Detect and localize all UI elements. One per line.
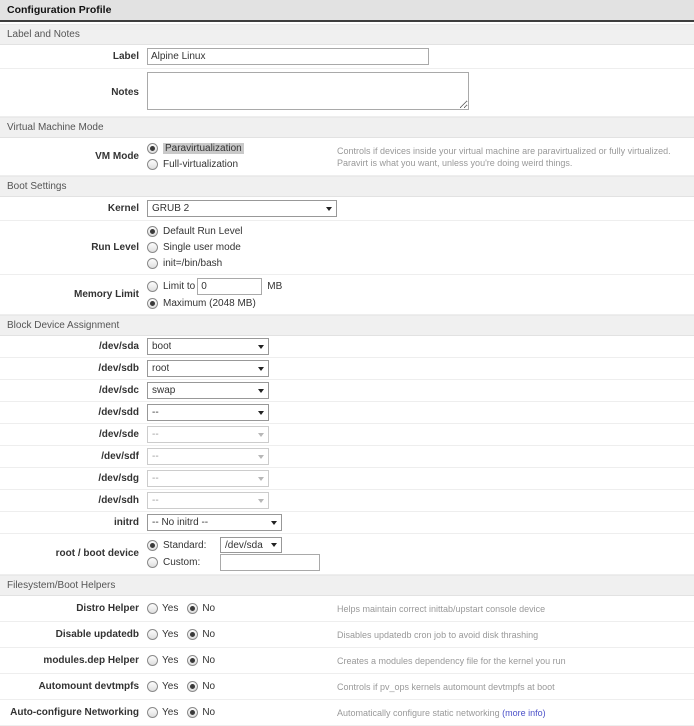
notes-field-label: Notes [0,87,147,99]
dropdown-arrow-icon [258,345,264,349]
memory-limit-row: Memory Limit Limit to MB Maximum (2048 M… [0,275,694,315]
initrd-row: initrd -- No initrd -- [0,512,694,534]
notes-row: Notes [0,69,694,117]
single-user-mode-radio[interactable] [147,242,158,253]
device-row-sda: /dev/sda boot [0,336,694,358]
device-row-sdd: /dev/sdd -- [0,402,694,424]
memory-limit-label: Memory Limit [0,289,147,301]
dropdown-arrow-icon [258,367,264,371]
standard-device-radio[interactable] [147,540,158,551]
modules-dep-help-text: Creates a modules dependency file for th… [337,655,694,667]
section-filesystem-boot-helpers: Filesystem/Boot Helpers [0,575,694,596]
run-level-row: Run Level Default Run Level Single user … [0,221,694,275]
automount-devtmpfs-row: Automount devtmpfs Yes No Controls if pv… [0,674,694,700]
distro-helper-no-radio[interactable] [187,603,198,614]
root-boot-device-row: root / boot device Standard: /dev/sda Cu… [0,534,694,575]
sdh-select: -- [147,492,269,509]
automount-devtmpfs-help-text: Controls if pv_ops kernels automount dev… [337,681,694,693]
dropdown-arrow-icon [258,411,264,415]
page-title: Configuration Profile [0,0,694,22]
custom-device-radio[interactable] [147,557,158,568]
disable-updatedb-no-radio[interactable] [187,629,198,640]
auto-configure-networking-row: Auto-configure Networking Yes No Automat… [0,700,694,726]
dropdown-arrow-icon [258,499,264,503]
dropdown-arrow-icon [258,455,264,459]
section-block-device-assignment: Block Device Assignment [0,315,694,336]
label-field-label: Label [0,51,147,63]
kernel-label: Kernel [0,203,147,215]
limit-to-radio[interactable] [147,281,158,292]
modules-dep-no-radio[interactable] [187,655,198,666]
maximum-memory-radio[interactable] [147,298,158,309]
full-virtualization-radio[interactable] [147,159,158,170]
paravirtualization-option-label[interactable]: Paravirtualization [163,143,244,154]
sda-select[interactable]: boot [147,338,269,355]
label-input[interactable] [147,48,429,65]
device-row-sde: /dev/sde -- [0,424,694,446]
memory-unit-label: MB [267,281,282,292]
sdg-select: -- [147,470,269,487]
dropdown-arrow-icon [326,207,332,211]
initrd-select[interactable]: -- No initrd -- [147,514,282,531]
kernel-row: Kernel GRUB 2 [0,197,694,221]
initrd-label: initrd [0,517,147,529]
disable-updatedb-help-text: Disables updatedb cron job to avoid disk… [337,629,694,641]
default-run-level-radio[interactable] [147,226,158,237]
run-level-label: Run Level [0,242,147,254]
distro-helper-yes-radio[interactable] [147,603,158,614]
automount-devtmpfs-no-radio[interactable] [187,681,198,692]
vm-mode-label: VM Mode [0,151,147,163]
sdb-select[interactable]: root [147,360,269,377]
device-row-sdh: /dev/sdh -- [0,490,694,512]
memory-limit-input[interactable] [197,278,262,295]
init-bin-bash-radio[interactable] [147,258,158,269]
dropdown-arrow-icon [258,433,264,437]
dropdown-arrow-icon [271,543,277,547]
configuration-profile-page: Configuration Profile Label and Notes La… [0,0,694,726]
dropdown-arrow-icon [258,477,264,481]
device-row-sdf: /dev/sdf -- [0,446,694,468]
standard-device-select[interactable]: /dev/sda [220,537,282,553]
section-boot-settings: Boot Settings [0,176,694,197]
full-virtualization-option-label[interactable]: Full-virtualization [163,159,238,170]
disable-updatedb-row: Disable updatedb Yes No Disables updated… [0,622,694,648]
label-row: Label [0,45,694,69]
sdc-select[interactable]: swap [147,382,269,399]
disable-updatedb-yes-radio[interactable] [147,629,158,640]
kernel-select[interactable]: GRUB 2 [147,200,337,217]
auto-configure-networking-yes-radio[interactable] [147,707,158,718]
distro-helper-row: Distro Helper Yes No Helps maintain corr… [0,596,694,622]
auto-configure-networking-help-text: Automatically configure static networkin… [337,707,694,719]
device-row-sdc: /dev/sdc swap [0,380,694,402]
vm-mode-row: VM Mode Paravirtualization Full-virtuali… [0,138,694,176]
sdf-select: -- [147,448,269,465]
root-boot-device-label: root / boot device [0,548,147,560]
dropdown-arrow-icon [271,521,277,525]
auto-configure-networking-no-radio[interactable] [187,707,198,718]
section-label-and-notes: Label and Notes [0,24,694,45]
custom-device-input[interactable] [220,554,320,571]
modules-dep-helper-row: modules.dep Helper Yes No Creates a modu… [0,648,694,674]
device-row-sdb: /dev/sdb root [0,358,694,380]
notes-textarea[interactable] [147,72,469,110]
section-virtual-machine-mode: Virtual Machine Mode [0,117,694,138]
sde-select: -- [147,426,269,443]
device-row-sdg: /dev/sdg -- [0,468,694,490]
dropdown-arrow-icon [258,389,264,393]
distro-helper-help-text: Helps maintain correct inittab/upstart c… [337,603,694,615]
vm-mode-help-text: Controls if devices inside your virtual … [337,145,694,169]
paravirtualization-radio[interactable] [147,143,158,154]
modules-dep-yes-radio[interactable] [147,655,158,666]
sdd-select[interactable]: -- [147,404,269,421]
more-info-link[interactable]: (more info) [502,708,546,718]
automount-devtmpfs-yes-radio[interactable] [147,681,158,692]
